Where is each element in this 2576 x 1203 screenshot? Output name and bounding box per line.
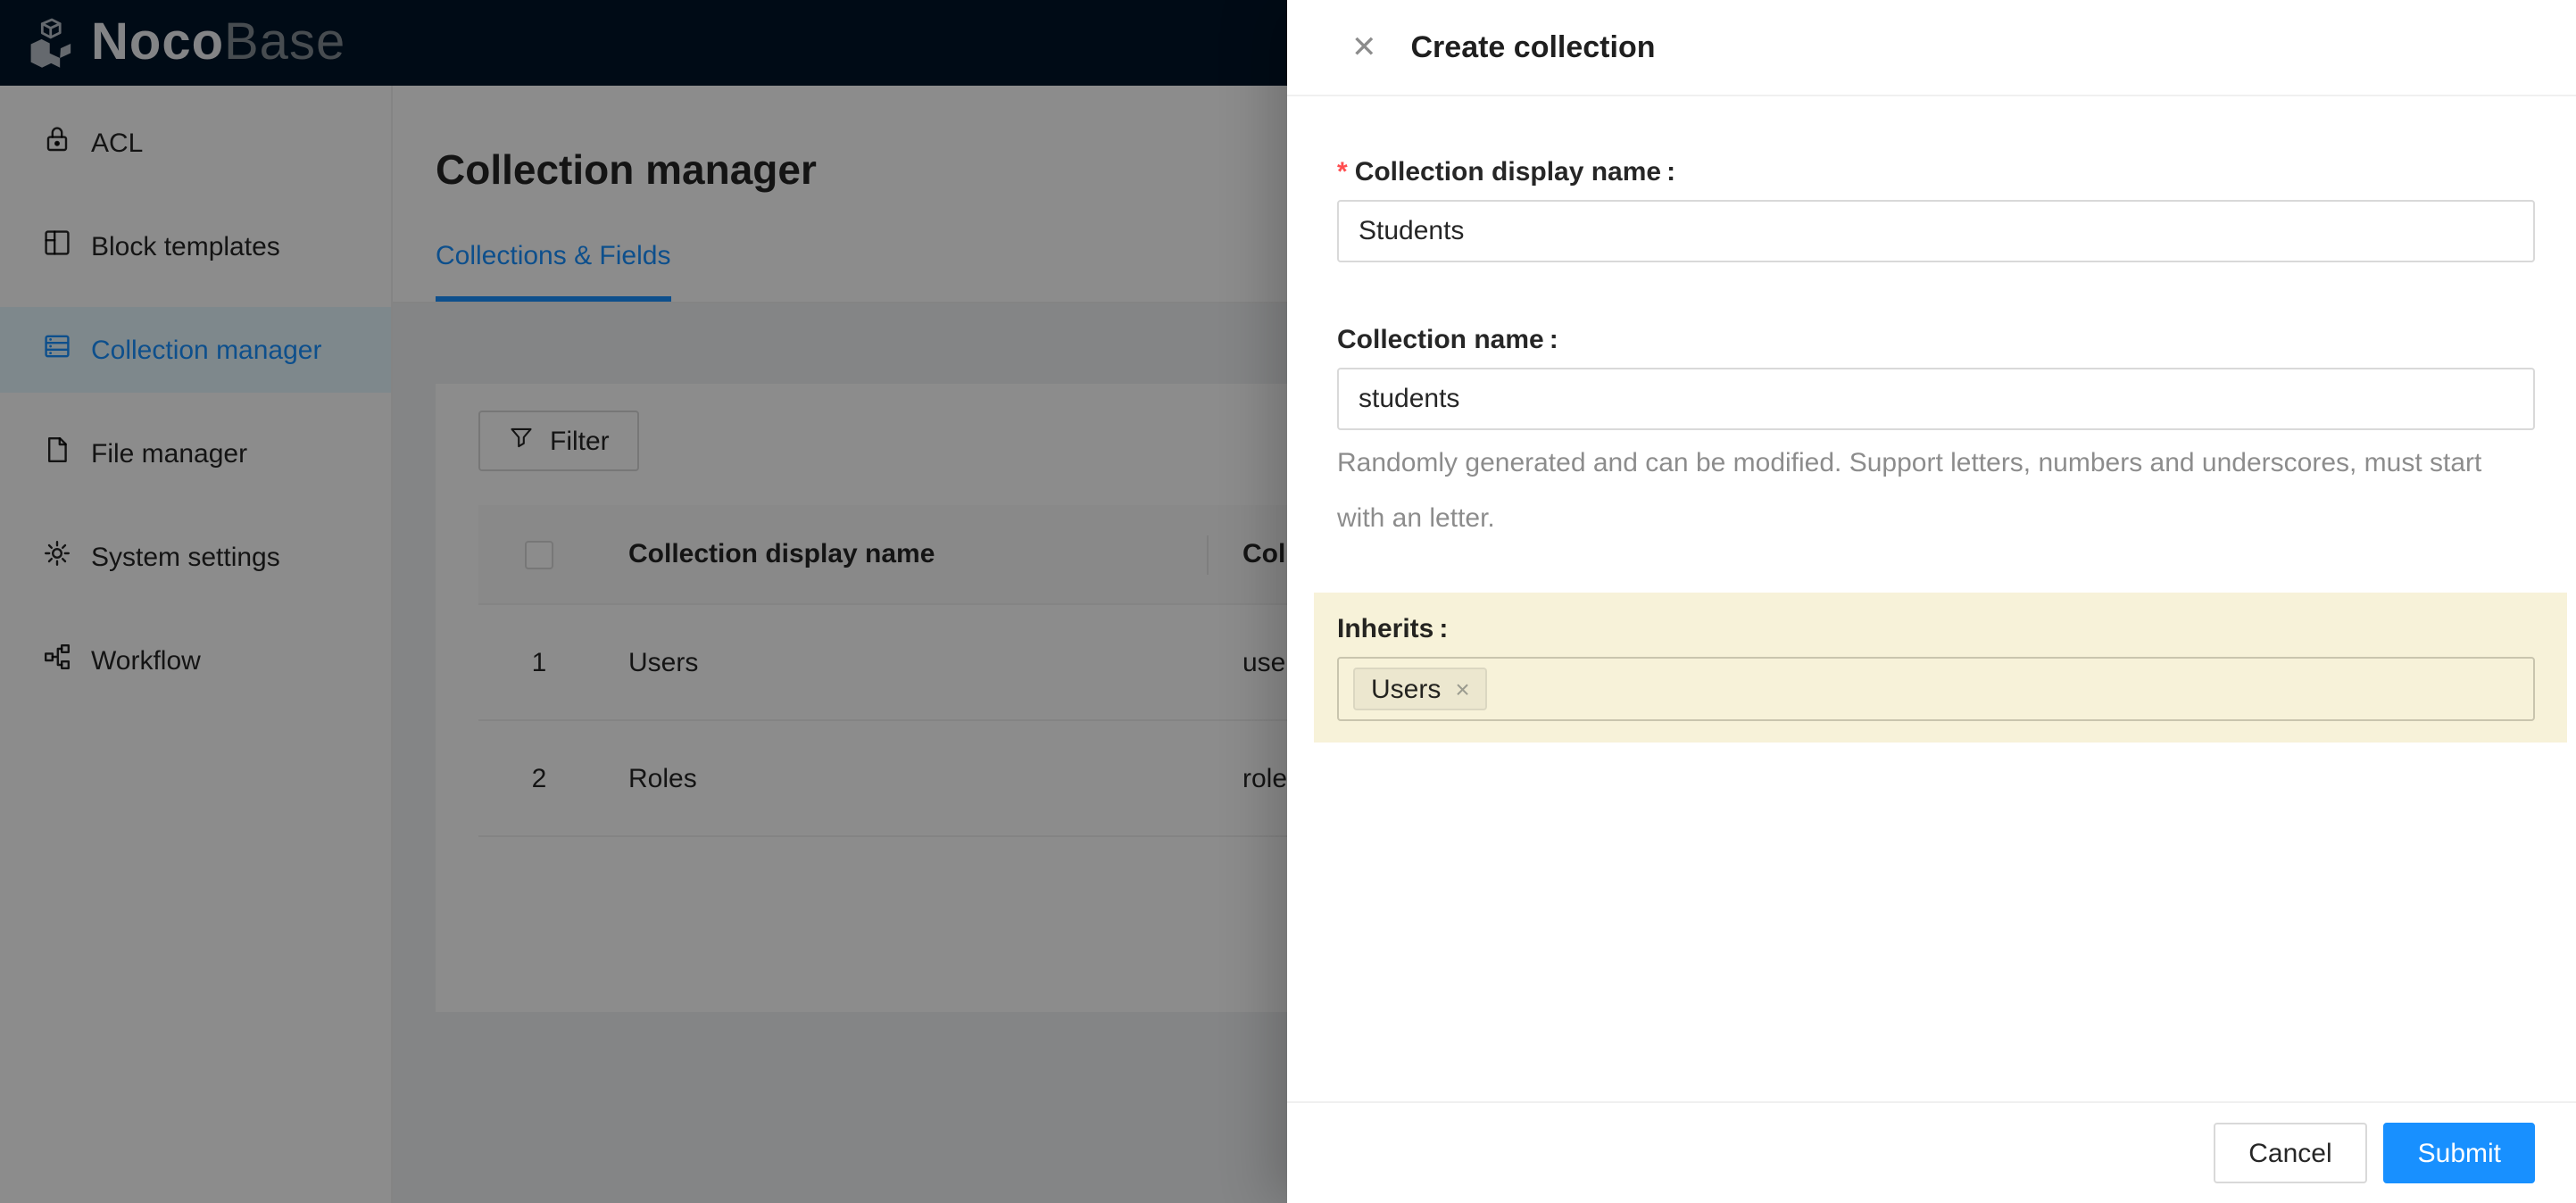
drawer-header: ✕ Create collection xyxy=(1287,0,2576,96)
form-item-inherits: Inherits: Users × xyxy=(1314,593,2567,743)
field-label: Collection name: xyxy=(1337,325,1558,355)
field-label: * Collection display name: xyxy=(1337,157,1676,187)
drawer-title: Create collection xyxy=(1410,29,1656,63)
tag-remove-icon[interactable]: × xyxy=(1455,676,1469,701)
cancel-button[interactable]: Cancel xyxy=(2213,1123,2368,1183)
collection-name-input[interactable] xyxy=(1337,368,2535,430)
field-label: Inherits: xyxy=(1337,614,1449,644)
field-hint: Randomly generated and can be modified. … xyxy=(1337,448,2482,534)
collection-display-name-input[interactable] xyxy=(1337,200,2535,262)
create-collection-drawer: ✕ Create collection * Collection display … xyxy=(1287,0,2576,1203)
required-asterisk: * xyxy=(1337,157,1348,187)
selected-tag-users[interactable]: Users × xyxy=(1353,668,1488,710)
form-item-collection-name: Collection name: Randomly generated and … xyxy=(1337,321,2535,546)
close-icon[interactable]: ✕ xyxy=(1351,32,1377,62)
submit-button[interactable]: Submit xyxy=(2383,1123,2535,1183)
inherits-select[interactable]: Users × xyxy=(1337,657,2535,721)
drawer-body: *Collection display name: Collection nam… xyxy=(1287,96,2576,1101)
nocobase-app: NocoBase ACL Block templates Collection … xyxy=(0,0,2576,1203)
form-item-display-name: * Collection display name: xyxy=(1337,153,2535,262)
tag-label: Users xyxy=(1371,674,1442,704)
drawer-footer: Cancel Submit xyxy=(1287,1101,2576,1203)
